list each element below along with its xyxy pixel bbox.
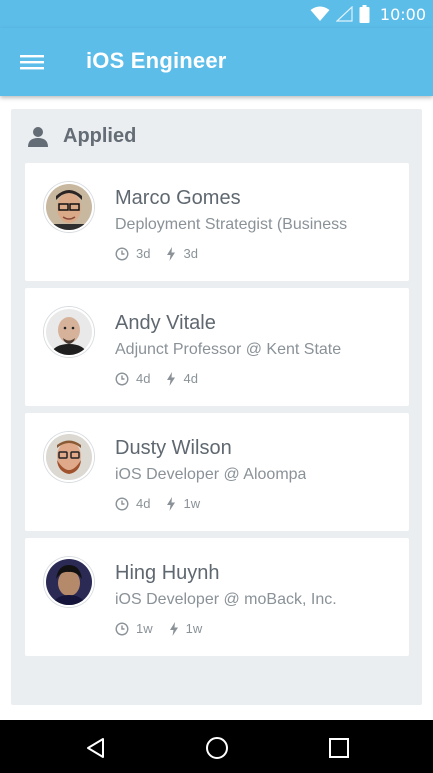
candidate-role: iOS Developer @ Aloompa <box>115 466 307 483</box>
home-icon[interactable] <box>205 736 229 760</box>
lightning-icon <box>167 246 176 261</box>
hamburger-menu-icon[interactable] <box>18 48 46 76</box>
candidate-meta: 4d 1w <box>115 496 216 511</box>
candidate-name: Dusty Wilson <box>115 437 232 459</box>
main-content: Applied Marco Gomes Deployment Strategis… <box>0 96 433 720</box>
candidate-name: Marco Gomes <box>115 187 241 209</box>
candidate-name: Hing Huynh <box>115 562 220 584</box>
candidate-role: Deployment Strategist (Business <box>115 216 348 233</box>
time-since-label: 4d <box>136 371 151 386</box>
candidate-role: Adjunct Professor @ Kent State <box>115 341 342 358</box>
activity-label: 4d <box>183 371 198 386</box>
time-since-label: 4d <box>136 496 151 511</box>
section-title: Applied <box>63 125 137 147</box>
time-since-label: 1w <box>136 621 153 636</box>
candidate-role: iOS Developer @ moBack, Inc. <box>115 591 337 608</box>
clock-icon <box>115 496 129 511</box>
person-icon <box>28 126 48 147</box>
lightning-icon <box>167 496 176 511</box>
clock-icon <box>115 371 129 386</box>
candidate-meta: 1w 1w <box>115 621 218 636</box>
back-icon[interactable] <box>84 736 108 760</box>
lightning-icon <box>169 621 178 636</box>
activity-label: 1w <box>183 496 201 511</box>
avatar <box>44 182 94 232</box>
wifi-icon <box>310 6 330 21</box>
activity-label: 1w <box>185 621 203 636</box>
battery-icon <box>359 5 370 23</box>
activity-label: 3d <box>183 246 198 261</box>
candidate-name: Andy Vitale <box>115 312 216 334</box>
candidate-card[interactable]: Hing Huynh iOS Developer @ moBack, Inc. … <box>25 538 409 656</box>
candidate-card[interactable]: Marco Gomes Deployment Strategist (Busin… <box>25 163 409 281</box>
avatar <box>44 432 94 482</box>
recents-icon[interactable] <box>327 736 351 760</box>
avatar <box>44 307 94 357</box>
avatar <box>44 557 94 607</box>
page-title: iOS Engineer <box>86 48 227 73</box>
candidate-meta: 4d 4d <box>115 371 214 386</box>
status-time: 10:00 <box>379 4 426 24</box>
status-bar: 10:00 <box>0 0 433 28</box>
applied-panel: Applied Marco Gomes Deployment Strategis… <box>11 109 422 705</box>
signal-icon <box>335 6 353 22</box>
candidate-meta: 3d 3d <box>115 246 214 261</box>
lightning-icon <box>167 371 176 386</box>
candidate-card[interactable]: Andy Vitale Adjunct Professor @ Kent Sta… <box>25 288 409 406</box>
clock-icon <box>115 621 129 636</box>
candidate-card[interactable]: Dusty Wilson iOS Developer @ Aloompa 4d … <box>25 413 409 531</box>
status-icons: 10:00 <box>310 4 426 24</box>
time-since-label: 3d <box>136 246 151 261</box>
section-header: Applied <box>27 125 136 148</box>
app-bar: iOS Engineer <box>0 28 433 96</box>
navigation-bar <box>0 720 433 773</box>
clock-icon <box>115 246 129 261</box>
